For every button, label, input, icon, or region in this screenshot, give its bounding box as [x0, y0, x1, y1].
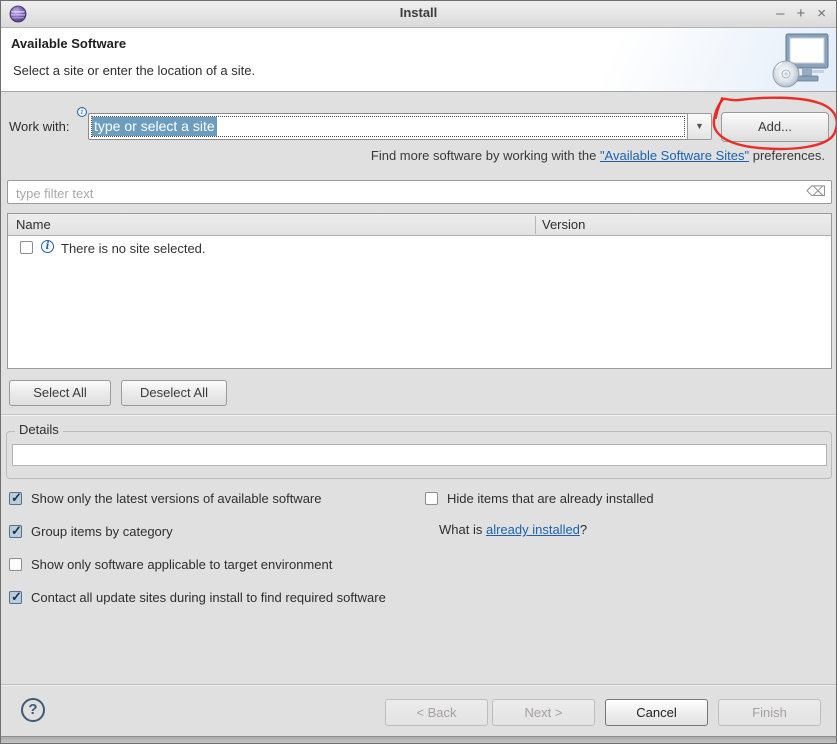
row-checkbox[interactable] [20, 241, 33, 254]
filter-input[interactable] [14, 182, 798, 204]
what-is-installed-line: What is already installed? [439, 522, 587, 537]
cancel-button[interactable]: Cancel [605, 699, 708, 726]
separator [1, 414, 836, 416]
clear-filter-icon[interactable]: ⌫ [806, 183, 826, 200]
deselect-all-button[interactable]: Deselect All [121, 380, 227, 406]
column-header-name[interactable]: Name [16, 217, 51, 232]
table-header: Name Version [8, 214, 831, 236]
hint-prefix: Find more software by working with the [371, 148, 600, 163]
footer-separator [1, 684, 836, 686]
filter-box: ⌫ [7, 180, 832, 204]
titlebar[interactable]: Install – + × [1, 1, 836, 28]
details-text-area[interactable] [12, 444, 827, 466]
info-icon: i [41, 240, 54, 253]
column-divider[interactable] [535, 216, 536, 234]
install-dialog: Install – + × Available Software Select … [0, 0, 837, 744]
software-table[interactable]: Name Version i There is no site selected… [7, 213, 832, 369]
page-subtitle: Select a site or enter the location of a… [13, 63, 255, 78]
add-button[interactable]: Add... [721, 112, 829, 142]
minimize-button[interactable]: – [776, 4, 784, 24]
hint-suffix: preferences. [749, 148, 825, 163]
maximize-button[interactable]: + [796, 4, 805, 24]
work-with-value[interactable]: type or select a site [92, 117, 217, 136]
find-more-software-hint: Find more software by working with the "… [371, 148, 825, 163]
info-badge-icon: i [77, 107, 87, 117]
back-button[interactable]: < Back [385, 699, 488, 726]
label-target-environment: Show only software applicable to target … [31, 557, 332, 572]
row-message: There is no site selected. [61, 241, 206, 256]
window-bottom-edge [1, 736, 836, 744]
table-row[interactable]: i There is no site selected. [8, 236, 831, 258]
column-header-version[interactable]: Version [542, 217, 585, 232]
what-is-prefix: What is [439, 522, 486, 537]
select-all-button[interactable]: Select All [9, 380, 111, 406]
already-installed-link[interactable]: already installed [486, 522, 580, 537]
checkbox-target-environment[interactable] [9, 558, 22, 571]
close-button[interactable]: × [817, 4, 826, 24]
work-with-label: Work with: [9, 119, 69, 134]
checkbox-group-by-category[interactable] [9, 525, 22, 538]
checkbox-hide-installed[interactable] [425, 492, 438, 505]
window-controls: – + × [776, 4, 826, 24]
what-is-suffix: ? [580, 522, 587, 537]
label-group-by-category: Group items by category [31, 524, 173, 539]
next-button[interactable]: Next > [492, 699, 595, 726]
details-label: Details [15, 422, 63, 437]
available-software-sites-link[interactable]: "Available Software Sites" [600, 148, 749, 163]
window-title: Install [1, 5, 836, 20]
wizard-header: Available Software Select a site or ente… [1, 28, 836, 92]
install-wizard-icon [772, 30, 830, 92]
help-button[interactable]: ? [21, 698, 45, 722]
work-with-combo[interactable]: type or select a site [88, 113, 688, 140]
combo-dropdown-arrow-icon[interactable]: ▼ [687, 113, 712, 140]
page-title: Available Software [11, 36, 126, 51]
checkbox-contact-update-sites[interactable] [9, 591, 22, 604]
label-hide-installed: Hide items that are already installed [447, 491, 654, 506]
checkbox-latest-versions[interactable] [9, 492, 22, 505]
label-latest-versions: Show only the latest versions of availab… [31, 491, 322, 506]
label-contact-update-sites: Contact all update sites during install … [31, 590, 386, 605]
finish-button[interactable]: Finish [718, 699, 821, 726]
